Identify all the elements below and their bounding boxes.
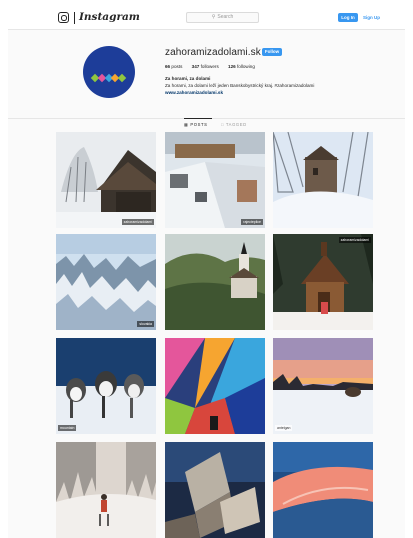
post-husky-sled[interactable]: mountain: [56, 338, 156, 434]
instagram-camera-icon[interactable]: [58, 12, 69, 23]
post-modern-sculpture[interactable]: [165, 442, 265, 538]
post-image: [273, 442, 373, 538]
followers-stat[interactable]: 347 followers: [192, 64, 219, 69]
post-pink-mountain[interactable]: [273, 442, 373, 538]
post-winter-sunset[interactable]: antelgan: [273, 338, 373, 434]
followers-label: followers: [200, 64, 219, 69]
profile-tabs: ▦ POSTS □ TAGGED: [8, 118, 405, 130]
post-image: [56, 234, 156, 330]
post-image: [273, 338, 373, 434]
follow-button[interactable]: Follow: [262, 48, 282, 56]
signup-link[interactable]: Sign Up: [363, 13, 380, 22]
post-snowy-town[interactable]: rajecteplice: [165, 132, 265, 228]
post-hot-air-balloon[interactable]: [165, 338, 265, 434]
post-tag: rajecteplice: [241, 219, 263, 225]
search-icon: ⚲: [211, 14, 216, 20]
post-wooden-church[interactable]: zahoramizadolami: [56, 132, 156, 228]
posts-count: 66: [165, 64, 171, 69]
logo-diamond: [117, 73, 127, 83]
logo-divider: [74, 12, 75, 24]
post-image: [56, 442, 156, 538]
tab-tagged-label: TAGGED: [225, 122, 247, 127]
profile-stats: 66 posts 347 followers 126 following: [165, 64, 263, 69]
post-skier-forest[interactable]: [56, 442, 156, 538]
post-image: [56, 338, 156, 434]
tab-posts-label: POSTS: [190, 122, 208, 127]
top-nav: Instagram ⚲ Search Log In Sign Up: [8, 6, 405, 30]
posts-label: posts: [171, 64, 183, 69]
post-image: [273, 234, 373, 330]
following-stat[interactable]: 126 following: [228, 64, 255, 69]
bio-name: Za horami, za dolami: [165, 76, 211, 81]
post-tag: slovakia: [137, 321, 154, 327]
post-image: [56, 132, 156, 228]
website-link[interactable]: www.zahoramizadolami.sk: [165, 90, 223, 95]
avatar-logo: [90, 68, 127, 83]
post-image: [165, 234, 265, 330]
post-image: [165, 442, 265, 538]
post-image: [273, 132, 373, 228]
tab-tagged[interactable]: □ TAGGED: [221, 122, 247, 127]
search-placeholder: Search: [217, 14, 234, 20]
avatar[interactable]: [83, 46, 135, 98]
post-tag: zahoramizadolami: [121, 219, 154, 225]
post-tag: mountain: [58, 425, 77, 431]
post-image: [165, 338, 265, 434]
post-castle-snow[interactable]: [273, 132, 373, 228]
posts-count-stat: 66 posts: [165, 64, 182, 69]
bio-text: Za horami, za dolami leží jeden Banskoby…: [165, 83, 315, 88]
post-tag: zahoramizadolami: [338, 237, 371, 243]
followers-count: 347: [191, 64, 200, 69]
post-church-valley[interactable]: [165, 234, 265, 330]
tab-posts[interactable]: ▦ POSTS: [184, 122, 208, 127]
login-button[interactable]: Log In: [338, 13, 358, 22]
profile-header: zahoramizadolami.sk Follow 66 posts 347 …: [8, 30, 405, 118]
profile-username: zahoramizadolami.sk: [165, 47, 261, 58]
post-tag: antelgan: [275, 425, 293, 431]
post-image: [165, 132, 265, 228]
post-frozen-trees[interactable]: slovakia: [56, 234, 156, 330]
instagram-wordmark[interactable]: Instagram: [79, 11, 140, 23]
active-tab-indicator: [184, 118, 212, 119]
following-label: following: [237, 64, 255, 69]
post-wooden-chapel[interactable]: zahoramizadolami: [273, 234, 373, 330]
instagram-profile-page: Instagram ⚲ Search Log In Sign Up zahoram…: [0, 0, 413, 538]
following-count: 126: [228, 64, 236, 69]
search-input[interactable]: ⚲ Search: [186, 12, 259, 23]
